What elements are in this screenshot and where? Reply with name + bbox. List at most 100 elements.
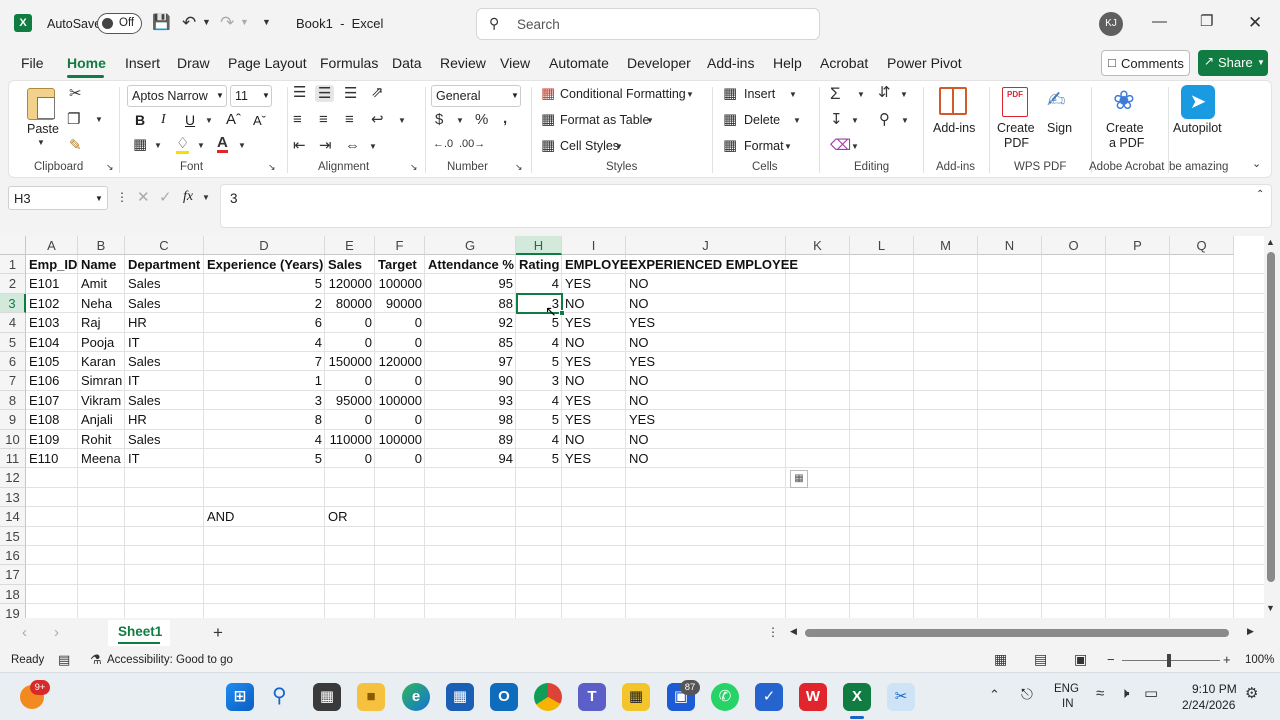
cell-d3[interactable]: 2 (204, 294, 325, 313)
cell-f5[interactable]: 0 (375, 333, 425, 352)
cell-b1[interactable]: Name (78, 255, 125, 274)
cell-d5[interactable]: 4 (204, 333, 325, 352)
cell-e3[interactable]: 80000 (325, 294, 375, 313)
cell-b2[interactable]: Amit (78, 274, 125, 293)
more-options-icon[interactable]: ⋮ (116, 191, 128, 203)
cell-g11[interactable]: 94 (425, 449, 516, 468)
page-layout-view-icon[interactable]: ▤ (1034, 652, 1047, 666)
cell-c11[interactable]: IT (125, 449, 204, 468)
cell-e6[interactable]: 150000 (325, 352, 375, 371)
merge-chevron-icon[interactable]: ▼ (369, 143, 377, 151)
menu-developer[interactable]: Developer (627, 55, 691, 71)
normal-view-icon[interactable]: ▦ (994, 652, 1007, 666)
excel-taskbar-icon[interactable]: X (843, 683, 871, 711)
font-color-icon[interactable]: A (217, 135, 228, 153)
copy-chevron-icon[interactable]: ▼ (95, 116, 103, 124)
cell-j4[interactable]: YES (626, 313, 786, 332)
insert-function-button[interactable]: fx (183, 189, 193, 205)
row-header-11[interactable]: 11 (0, 449, 26, 469)
column-header-o[interactable]: O (1042, 236, 1106, 255)
column-header-d[interactable]: D (204, 236, 325, 255)
row-header-13[interactable]: 13 (0, 487, 26, 508)
cell-f10[interactable]: 100000 (375, 430, 425, 449)
row-header-2[interactable]: 2 (0, 274, 26, 294)
zoom-in-icon[interactable]: + (1223, 653, 1231, 666)
add-ins-icon[interactable] (939, 87, 967, 115)
increase-decimal-icon[interactable]: ←.0 (433, 139, 453, 150)
menu-draw[interactable]: Draw (177, 55, 210, 71)
sheet-tab-sheet1[interactable]: Sheet1 (108, 620, 170, 646)
insert-cells-button[interactable]: Insert (744, 87, 775, 101)
menu-view[interactable]: View (500, 55, 530, 71)
menu-add-ins[interactable]: Add-ins (707, 55, 754, 71)
cell-e1[interactable]: Sales (325, 255, 375, 274)
number-launcher-icon[interactable]: ↘ (515, 163, 523, 172)
cell-e8[interactable]: 95000 (325, 391, 375, 410)
cell-d10[interactable]: 4 (204, 430, 325, 449)
restore-icon[interactable]: ❐ (1200, 14, 1213, 29)
menu-automate[interactable]: Automate (549, 55, 609, 71)
bold-button[interactable]: B (135, 112, 145, 128)
redo-dropdown-icon[interactable]: ▼ (240, 18, 249, 27)
battery-icon[interactable]: ▭ (1144, 686, 1158, 701)
cell-e7[interactable]: 0 (325, 371, 375, 390)
menu-page-layout[interactable]: Page Layout (228, 55, 307, 71)
paste-button[interactable]: Paste (27, 122, 59, 136)
cell-j7[interactable]: NO (626, 371, 786, 390)
copy-icon[interactable]: ❐ (67, 112, 80, 127)
cell-b11[interactable]: Meena (78, 449, 125, 468)
clock-date[interactable]: 2/24/2026 (1182, 698, 1235, 712)
cell-h1[interactable]: Rating (516, 255, 562, 274)
cell-i7[interactable]: NO (562, 371, 626, 390)
horizontal-scroll-thumb[interactable] (805, 629, 1229, 637)
cell-b10[interactable]: Rohit (78, 430, 125, 449)
font-color-chevron-icon[interactable]: ▼ (238, 142, 246, 150)
fill-icon[interactable]: ↧ (830, 112, 843, 127)
volume-icon[interactable]: 🕨 (1120, 686, 1129, 701)
task-view-icon[interactable]: ▦ (313, 683, 341, 711)
borders-chevron-icon[interactable]: ▼ (154, 142, 162, 150)
alignment-launcher-icon[interactable]: ↘ (410, 163, 418, 172)
wrap-chevron-icon[interactable]: ▼ (398, 117, 406, 125)
orientation-icon[interactable]: ⇗ (371, 85, 384, 100)
minimize-icon[interactable]: — (1152, 14, 1167, 29)
collapse-ribbon-icon[interactable]: ⌄ (1252, 159, 1261, 170)
cell-styles-button[interactable]: Cell Styles (560, 139, 619, 153)
cell-h11[interactable]: 5 (516, 449, 562, 468)
format-table-chevron-icon[interactable]: ▼ (646, 117, 654, 125)
search-taskbar-icon[interactable]: ⚲ (272, 686, 287, 706)
cell-a8[interactable]: E107 (26, 391, 78, 410)
language-1[interactable]: ENG (1054, 683, 1079, 695)
column-header-j[interactable]: J (626, 236, 786, 255)
formula-input[interactable]: 3 (220, 184, 1272, 228)
column-header-k[interactable]: K (786, 236, 850, 255)
cell-c2[interactable]: Sales (125, 274, 204, 293)
zoom-slider-track[interactable] (1122, 660, 1220, 661)
cell-c8[interactable]: Sales (125, 391, 204, 410)
store-icon[interactable]: ▦ (446, 683, 474, 711)
menu-formulas[interactable]: Formulas (320, 55, 378, 71)
cell-c1[interactable]: Department (125, 255, 204, 274)
align-bottom-icon[interactable]: ☰ (344, 86, 357, 101)
row-header-5[interactable]: 5 (0, 332, 26, 352)
chrome-icon[interactable] (534, 683, 562, 711)
cell-d8[interactable]: 3 (204, 391, 325, 410)
row-header-3[interactable]: 3 (0, 293, 26, 314)
cell-a4[interactable]: E103 (26, 313, 78, 332)
insert-chevron-icon[interactable]: ▼ (789, 91, 797, 99)
cell-b9[interactable]: Anjali (78, 410, 125, 429)
underline-button[interactable]: U (185, 112, 195, 128)
cell-g8[interactable]: 93 (425, 391, 516, 410)
autosave-toggle[interactable]: Off (97, 13, 142, 34)
share-button[interactable]: ↗ Share ▼ (1198, 50, 1268, 76)
cell-a2[interactable]: E101 (26, 274, 78, 293)
cell-f6[interactable]: 120000 (375, 352, 425, 371)
cell-i10[interactable]: NO (562, 430, 626, 449)
cell-g2[interactable]: 95 (425, 274, 516, 293)
align-center-icon[interactable]: ≡ (319, 112, 328, 127)
cell-g10[interactable]: 89 (425, 430, 516, 449)
whatsapp-icon[interactable]: ✆ (711, 683, 739, 711)
row-header-6[interactable]: 6 (0, 352, 26, 372)
delete-cells-icon[interactable]: ▦ (723, 112, 737, 127)
delete-chevron-icon[interactable]: ▼ (793, 117, 801, 125)
